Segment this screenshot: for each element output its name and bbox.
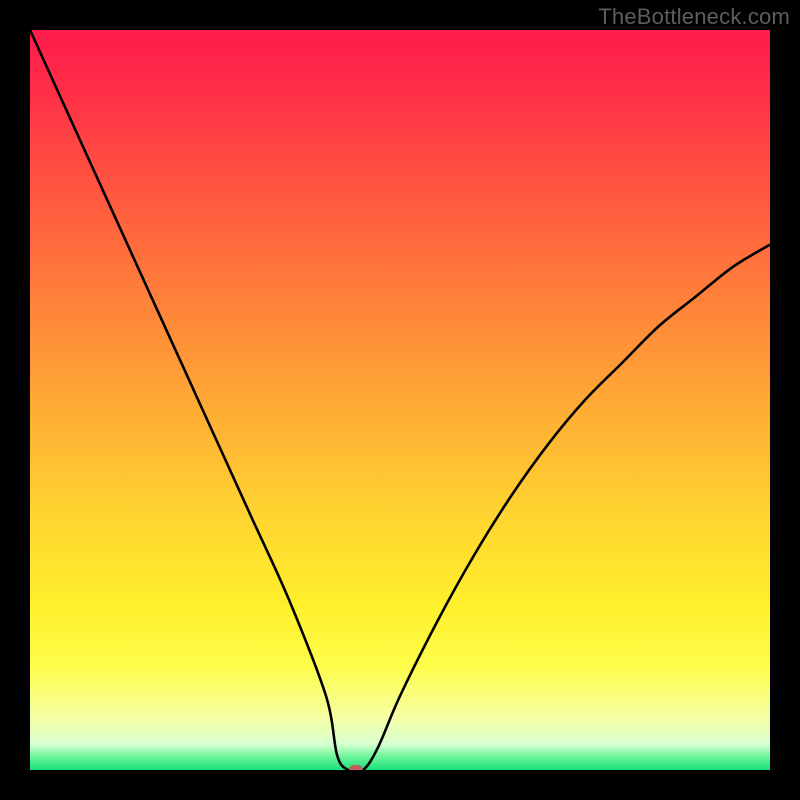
plot-area	[30, 30, 770, 770]
minimum-marker	[349, 765, 363, 770]
bottleneck-curve	[30, 30, 770, 770]
chart-frame: TheBottleneck.com	[0, 0, 800, 800]
watermark-text: TheBottleneck.com	[598, 4, 790, 30]
curve-path	[30, 30, 770, 770]
